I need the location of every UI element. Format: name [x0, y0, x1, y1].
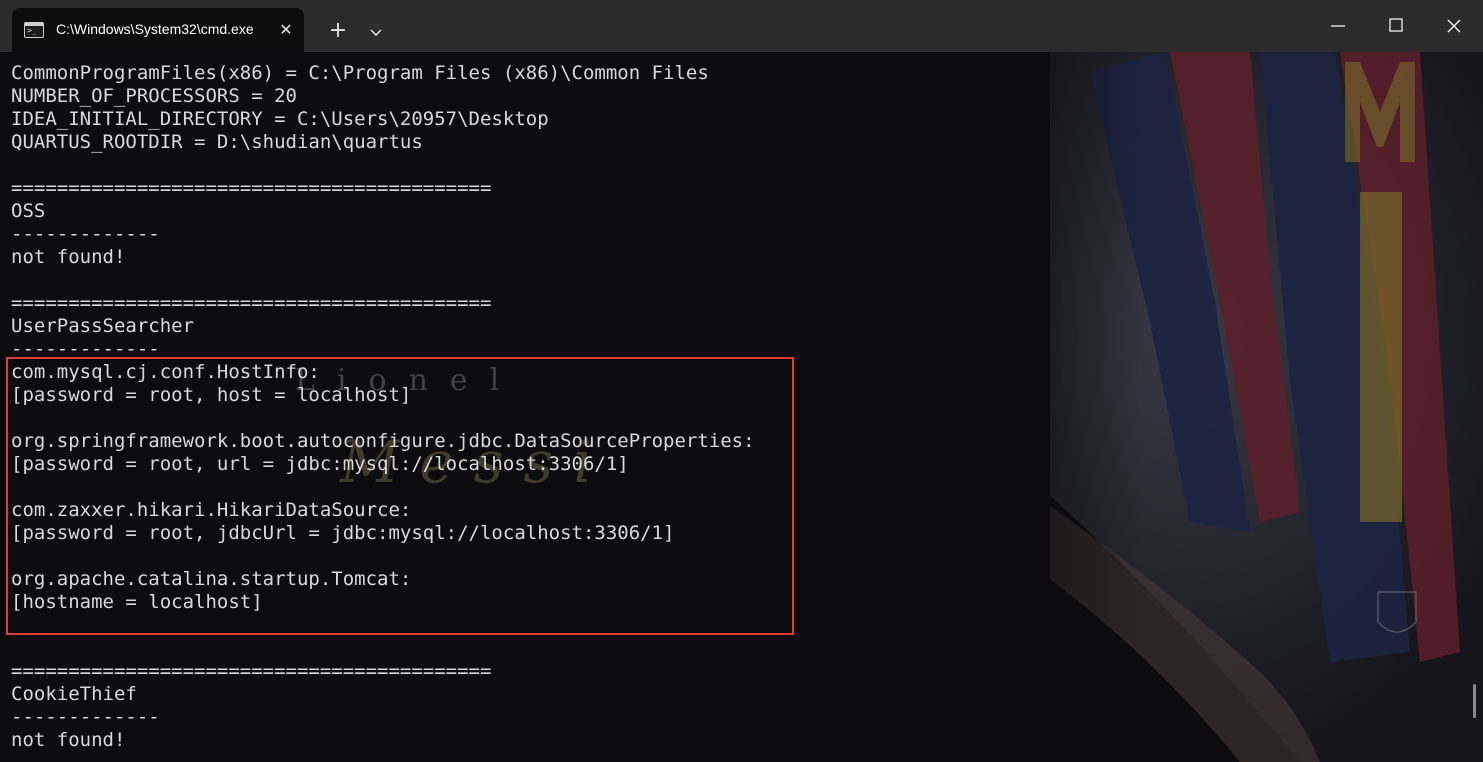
title-bar: >_ C:\Windows\System32\cmd.exe ✕ + [0, 0, 1483, 52]
minimize-button[interactable] [1309, 0, 1367, 52]
console-line: ========================================… [11, 660, 492, 682]
scrollbar-thumb[interactable] [1473, 684, 1476, 718]
console-line: IDEA_INITIAL_DIRECTORY = C:\Users\20957\… [11, 108, 549, 130]
tab-title: C:\Windows\System32\cmd.exe [56, 21, 254, 37]
highlight-annotation [6, 357, 794, 635]
console-line: not found! [11, 246, 126, 268]
console-line: UserPassSearcher [11, 315, 195, 337]
terminal-icon: >_ [24, 22, 44, 38]
new-tab-button[interactable]: + [326, 20, 350, 44]
console-line: not found! [11, 729, 126, 751]
console-line: CookieThief [11, 683, 137, 705]
console-line: ------------- [11, 223, 160, 245]
console-line: QUARTUS_ROOTDIR = D:\shudian\quartus [11, 131, 423, 153]
console-area[interactable]: Lionel Messi CommonProgramFiles(x86) = C… [0, 52, 1483, 762]
console-line: OSS [11, 200, 46, 222]
close-button[interactable] [1425, 0, 1483, 52]
console-line: ========================================… [11, 177, 492, 199]
tab-close-button[interactable]: ✕ [276, 20, 296, 40]
chevron-down-icon[interactable] [366, 22, 386, 42]
tab-cmd[interactable]: >_ C:\Windows\System32\cmd.exe ✕ [12, 8, 304, 52]
maximize-button[interactable] [1367, 0, 1425, 52]
console-line: ------------- [11, 706, 160, 728]
console-line: NUMBER_OF_PROCESSORS = 20 [11, 85, 297, 107]
console-line: ========================================… [11, 292, 492, 314]
console-line: CommonProgramFiles(x86) = C:\Program Fil… [11, 62, 709, 84]
